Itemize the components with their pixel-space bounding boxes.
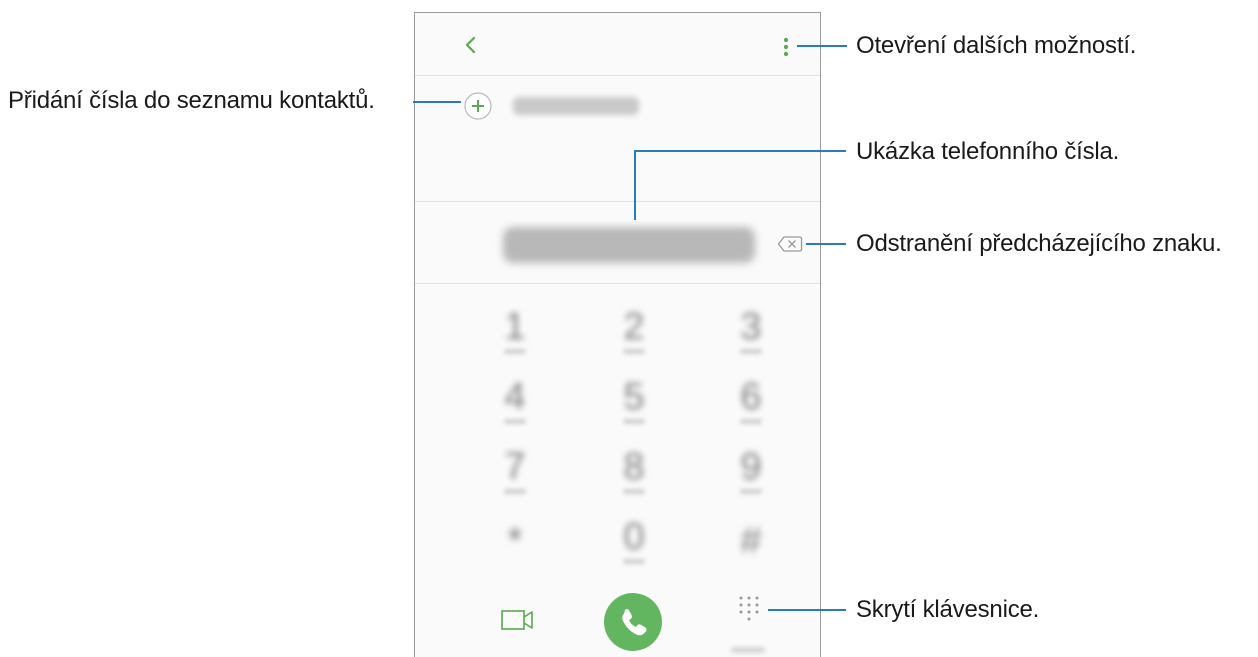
plus-circle-icon xyxy=(464,92,492,120)
more-vertical-icon xyxy=(783,37,789,57)
manual-figure: 1 2 3 4 5 6 7 8 9 * 0 # Otevření dalších… xyxy=(0,0,1258,657)
divider xyxy=(415,201,820,202)
dial-key-digit: * xyxy=(507,520,523,562)
dial-key-digit: 0 xyxy=(623,516,645,558)
phone-dialer-screen: 1 2 3 4 5 6 7 8 9 * 0 # xyxy=(414,12,821,657)
video-call-icon xyxy=(501,610,533,630)
callout-line-number-preview xyxy=(634,150,846,152)
dial-key-hash[interactable]: # xyxy=(721,517,781,579)
dial-key-5[interactable]: 5 xyxy=(604,373,664,435)
suggested-contact-name xyxy=(513,97,639,115)
dial-key-6[interactable]: 6 xyxy=(721,373,781,435)
dial-key-digit: 4 xyxy=(504,376,526,418)
back-button[interactable] xyxy=(459,33,483,57)
dial-key-star[interactable]: * xyxy=(485,517,545,579)
dial-key-letters xyxy=(623,349,645,354)
call-button[interactable] xyxy=(604,593,662,651)
chevron-left-icon xyxy=(465,36,476,54)
dial-key-letters xyxy=(504,419,526,424)
callout-delete-char: Odstranění předcházejícího znaku. xyxy=(856,230,1222,257)
dial-key-digit: # xyxy=(740,520,762,562)
dial-key-letters xyxy=(623,559,645,564)
add-to-contacts-button[interactable] xyxy=(463,91,493,121)
dial-key-digit: 3 xyxy=(740,306,762,348)
dial-key-4[interactable]: 4 xyxy=(485,373,545,435)
dial-key-7[interactable]: 7 xyxy=(485,443,545,505)
divider xyxy=(415,283,820,284)
dial-key-letters xyxy=(623,489,645,494)
dial-key-0[interactable]: 0 xyxy=(604,513,664,575)
backspace-button[interactable] xyxy=(777,235,803,253)
divider xyxy=(415,75,820,76)
dial-key-letters xyxy=(623,419,645,424)
callout-number-preview: Ukázka telefonního čísla. xyxy=(856,138,1120,165)
dial-key-letters xyxy=(740,349,762,354)
dial-key-digit: 7 xyxy=(504,446,526,488)
top-app-bar xyxy=(415,13,820,75)
dial-key-8[interactable]: 8 xyxy=(604,443,664,505)
dial-key-9[interactable]: 9 xyxy=(721,443,781,505)
callout-line-add-to-contacts xyxy=(413,101,461,103)
dial-key-letters xyxy=(740,489,762,494)
dial-key-digit: 8 xyxy=(623,446,645,488)
dial-key-letters xyxy=(504,349,526,354)
callout-add-to-contacts: Přidání čísla do seznamu kontaktů. xyxy=(8,87,375,114)
backspace-icon xyxy=(777,236,803,252)
dial-key-2[interactable]: 2 xyxy=(604,303,664,365)
phone-icon xyxy=(622,609,647,636)
hide-keypad-button[interactable] xyxy=(735,593,763,629)
callout-hide-keypad: Skrytí klávesnice. xyxy=(856,596,1040,623)
dial-key-digit: 2 xyxy=(623,306,645,348)
dial-key-letters xyxy=(740,419,762,424)
callout-more-options: Otevření dalších možností. xyxy=(856,32,1137,59)
dial-key-3[interactable]: 3 xyxy=(721,303,781,365)
dial-key-digit: 9 xyxy=(740,446,762,488)
callout-line-delete-char xyxy=(806,243,846,245)
callout-line-more-options xyxy=(797,45,847,47)
dial-key-digit: 5 xyxy=(623,376,645,418)
video-call-button[interactable] xyxy=(500,607,536,633)
callout-line-hide-keypad xyxy=(768,609,846,611)
dial-key-digit: 1 xyxy=(504,306,526,348)
dial-key-letters xyxy=(504,489,526,494)
dial-key-digit: 6 xyxy=(740,376,762,418)
navigation-hint xyxy=(731,647,765,653)
phone-number-display xyxy=(503,227,755,263)
dialpad-icon xyxy=(739,596,759,621)
more-options-button[interactable] xyxy=(779,35,793,61)
callout-line-number-preview-vertical xyxy=(634,150,636,220)
dial-key-1[interactable]: 1 xyxy=(485,303,545,365)
